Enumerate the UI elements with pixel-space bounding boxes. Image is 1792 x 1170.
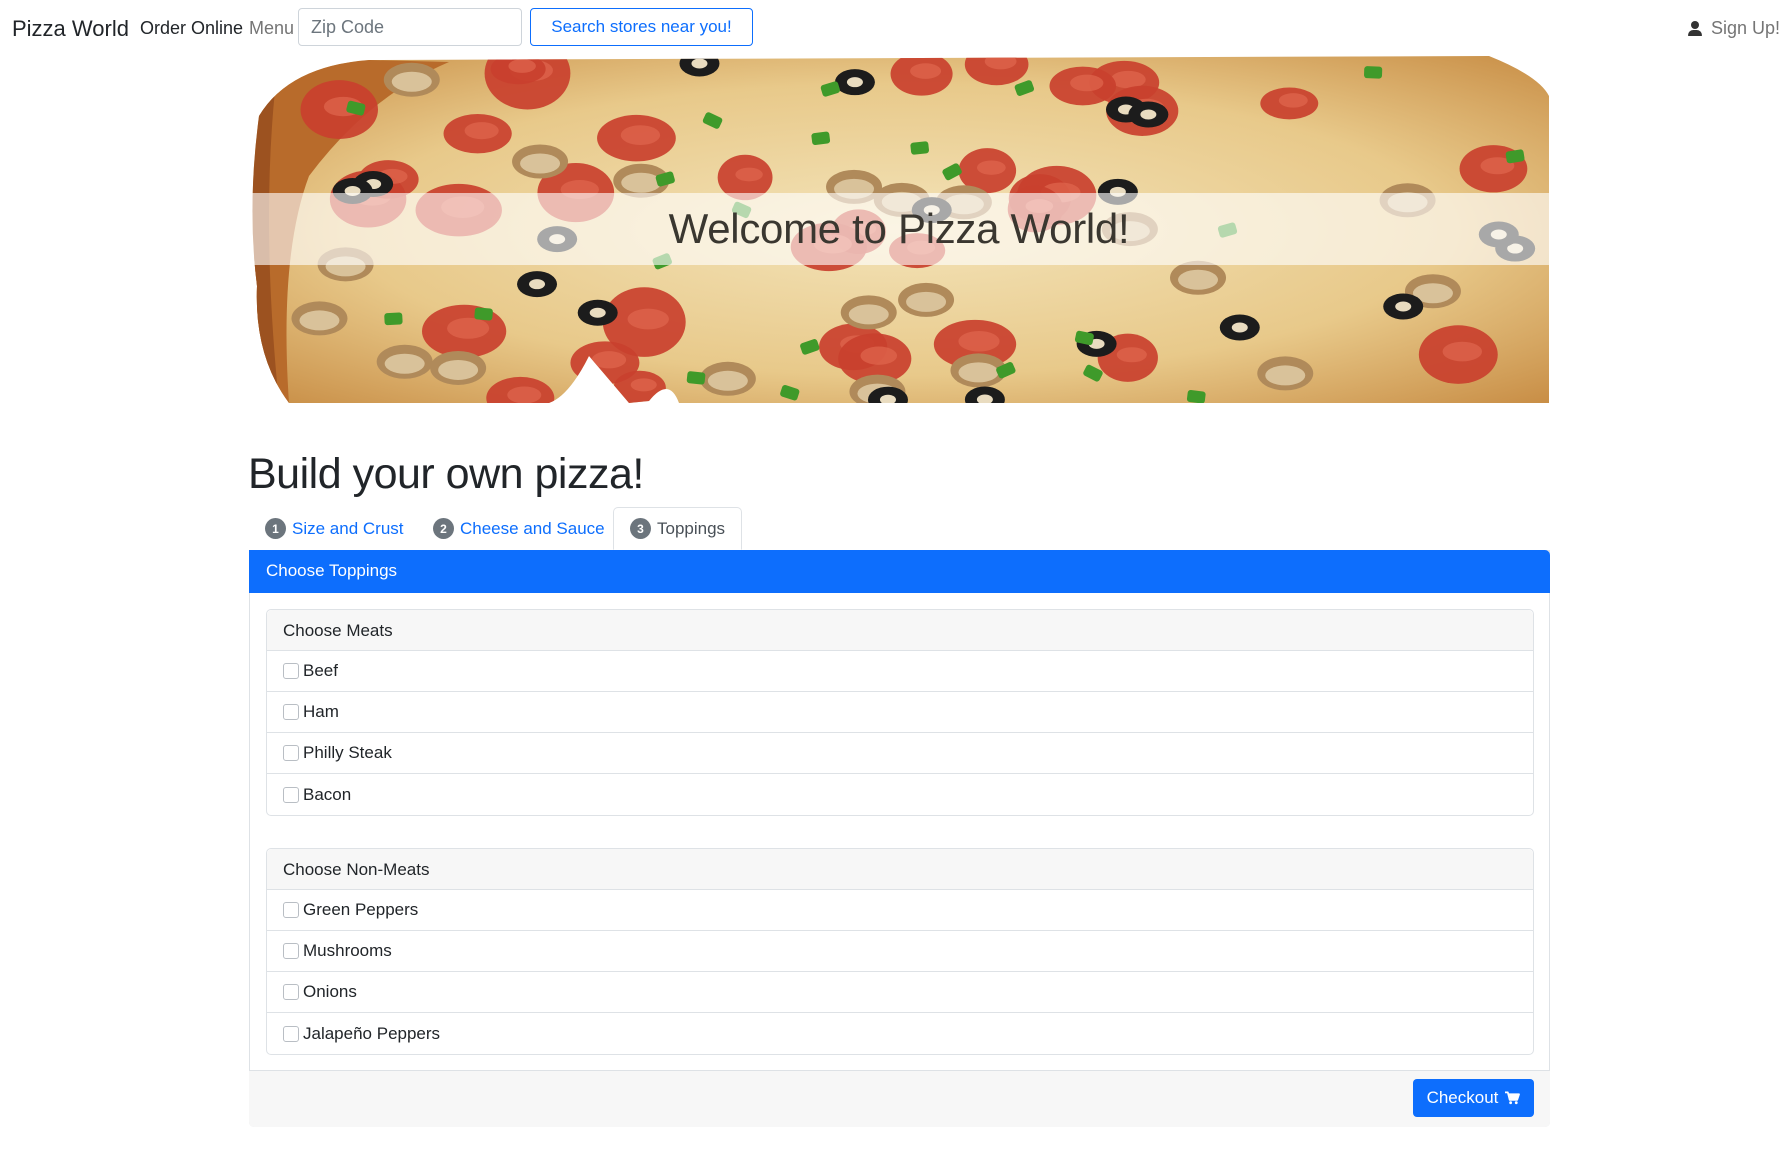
search-stores-button[interactable]: Search stores near you! (530, 8, 753, 46)
checkbox[interactable] (283, 663, 299, 679)
signup-label: Sign Up! (1710, 18, 1780, 38)
tab-size-and-crust[interactable]: 1 Size and Crust (249, 507, 420, 550)
toppings-card: Choose Toppings Choose Meats Beef Ham Ph… (249, 550, 1550, 1127)
option-label: Philly Steak (303, 743, 392, 762)
tab-label: Size and Crust (292, 518, 404, 538)
hero-banner: Welcome to Pizza World! (249, 56, 1549, 403)
list-item[interactable]: Bacon (267, 774, 1533, 815)
list-item[interactable]: Jalapeño Peppers (267, 1013, 1533, 1054)
checkbox[interactable] (283, 943, 299, 959)
meats-group: Choose Meats Beef Ham Philly Steak Bacon (266, 609, 1534, 816)
list-item[interactable]: Philly Steak (267, 733, 1533, 774)
option-label: Onions (303, 982, 357, 1001)
checkbox[interactable] (283, 902, 299, 918)
checkbox[interactable] (283, 1025, 299, 1042)
card-footer: Checkout (249, 1070, 1550, 1127)
tab-label: Toppings (657, 518, 726, 538)
non-meats-group-header: Choose Non-Meats (267, 849, 1533, 890)
list-item[interactable]: Beef (267, 651, 1533, 692)
list-item[interactable]: Green Peppers (267, 890, 1533, 931)
option-label: Mushrooms (303, 941, 392, 960)
step-number-badge: 3 (630, 518, 651, 539)
option-label: Ham (303, 702, 339, 721)
nav-link-order-online[interactable]: Order Online (140, 18, 243, 39)
option-label: Beef (303, 661, 338, 680)
card-header: Choose Toppings (249, 550, 1550, 593)
step-number-badge: 1 (265, 518, 286, 539)
option-label: Bacon (303, 784, 352, 804)
non-meats-group: Choose Non-Meats Green Peppers Mushrooms… (266, 848, 1534, 1055)
navbar: Pizza World Order Online Menu Search sto… (0, 0, 1792, 56)
user-icon (1687, 21, 1702, 36)
tab-label: Cheese and Sauce (460, 518, 605, 538)
tab-cheese-and-sauce[interactable]: 2 Cheese and Sauce (417, 507, 621, 550)
step-number-badge: 2 (433, 518, 454, 539)
list-item[interactable]: Onions (267, 972, 1533, 1013)
list-item[interactable]: Ham (267, 692, 1533, 733)
cart-icon (1505, 1091, 1521, 1105)
checkbox[interactable] (283, 704, 299, 720)
hero-title-band: Welcome to Pizza World! (249, 193, 1549, 265)
checkout-button[interactable]: Checkout (1413, 1079, 1534, 1117)
checkbox[interactable] (283, 984, 299, 1000)
page-title: Build your own pizza! (248, 450, 644, 498)
meats-group-header: Choose Meats (267, 610, 1533, 651)
list-item[interactable]: Mushrooms (267, 931, 1533, 972)
tab-toppings[interactable]: 3 Toppings (613, 507, 743, 550)
checkbox[interactable] (283, 745, 299, 761)
builder-tabs: 1 Size and Crust 2 Cheese and Sauce 3 To… (249, 507, 1549, 550)
brand-logo[interactable]: Pizza World (12, 16, 129, 42)
checkbox[interactable] (283, 786, 299, 803)
hero-title: Welcome to Pizza World! (668, 205, 1130, 252)
signup-link[interactable]: Sign Up! (1687, 18, 1780, 39)
nav-link-menu[interactable]: Menu (249, 18, 294, 39)
zip-code-input[interactable] (298, 8, 522, 46)
option-label: Jalapeño Peppers (303, 1023, 441, 1043)
option-label: Green Peppers (303, 900, 419, 919)
checkout-label: Checkout (1426, 1088, 1499, 1107)
